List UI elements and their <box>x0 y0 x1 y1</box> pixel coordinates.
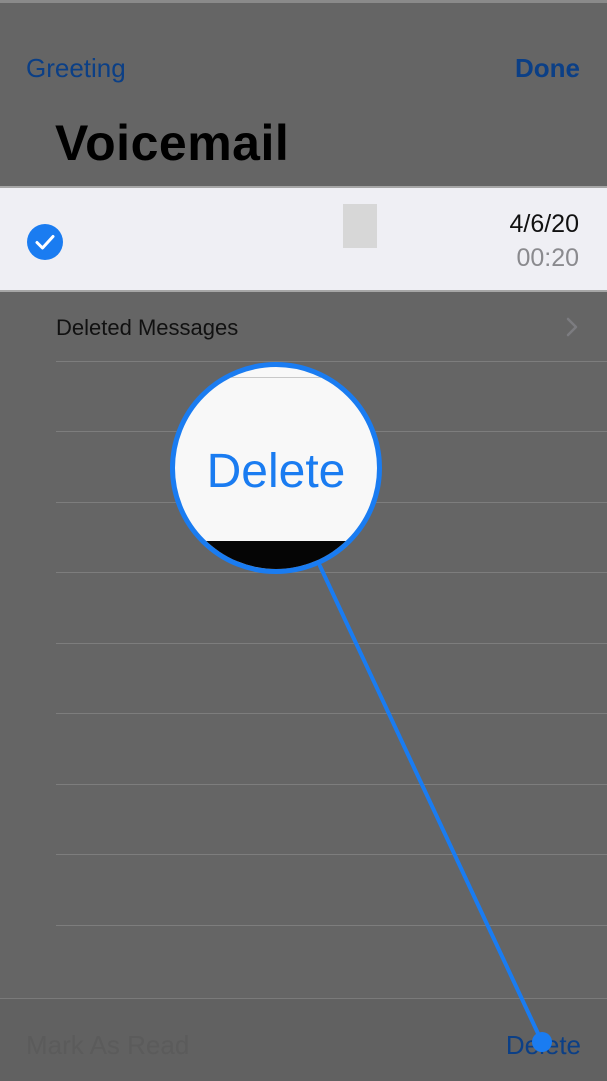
greeting-button[interactable]: Greeting <box>26 52 126 84</box>
list-separator <box>56 925 607 926</box>
magnified-delete-label: Delete <box>206 445 346 498</box>
screen-top-edge <box>0 0 607 3</box>
list-separator <box>56 854 607 855</box>
voicemail-duration: 00:20 <box>516 244 579 272</box>
page-title: Voicemail <box>55 115 290 171</box>
mark-as-read-button[interactable]: Mark As Read <box>26 1029 189 1061</box>
callout-anchor-dot <box>532 1032 552 1052</box>
list-separator <box>56 643 607 644</box>
list-separator <box>56 361 607 362</box>
checkmark-circle-icon[interactable] <box>27 224 63 260</box>
redacted-caller-placeholder <box>343 204 377 248</box>
list-separator <box>56 784 607 785</box>
magnified-home-area <box>175 541 377 569</box>
list-separator <box>56 572 607 573</box>
magnifier-callout: Delete <box>170 362 382 574</box>
voicemail-list-item[interactable]: 4/6/20 00:20 <box>0 186 607 292</box>
bottom-toolbar: Mark As Read Delete <box>0 998 607 1081</box>
done-button[interactable]: Done <box>515 52 580 84</box>
chevron-right-icon <box>565 316 579 343</box>
list-separator <box>56 713 607 714</box>
magnified-toolbar-border <box>175 377 377 378</box>
deleted-messages-label: Deleted Messages <box>56 315 239 340</box>
deleted-messages-row[interactable]: Deleted Messages <box>0 292 607 362</box>
voicemail-date: 4/6/20 <box>509 210 579 238</box>
